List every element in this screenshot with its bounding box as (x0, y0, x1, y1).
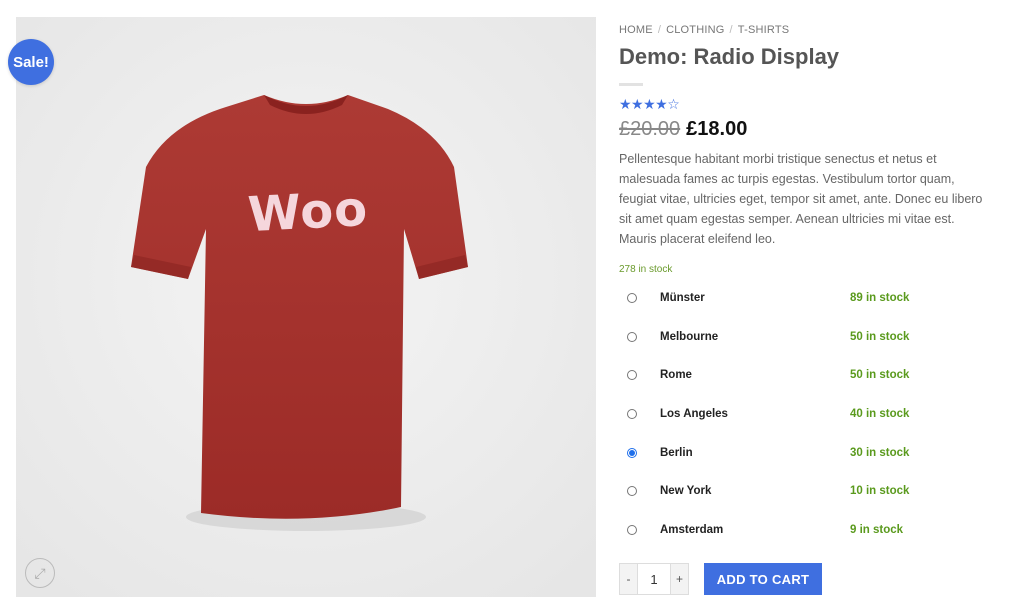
breadcrumb-tshirts[interactable]: T-SHIRTS (738, 24, 790, 36)
product-gallery: Woo ⤢ (16, 17, 596, 597)
variation-row[interactable]: Amsterdam 9 in stock (619, 511, 999, 550)
stock-total: 278 in stock (619, 264, 673, 275)
variation-list: Münster 89 in stock Melbourne 50 in stoc… (619, 279, 999, 549)
breadcrumb: HOME / CLOTHING / T-SHIRTS (619, 24, 789, 36)
variation-stock: 40 in stock (850, 408, 910, 421)
variation-radio[interactable] (627, 370, 637, 381)
variation-stock: 10 in stock (850, 485, 910, 498)
variation-stock: 30 in stock (850, 446, 910, 459)
variation-row[interactable]: Los Angeles 40 in stock (619, 395, 999, 434)
add-to-cart-button[interactable]: ADD TO CART (704, 563, 822, 595)
quantity-stepper: - + (619, 563, 689, 595)
variation-location: Rome (660, 369, 692, 382)
variation-radio[interactable] (627, 331, 637, 342)
variation-location: Melbourne (660, 330, 719, 343)
old-price: £20.00 (619, 118, 681, 140)
page-title: Demo: Radio Display (619, 44, 840, 69)
quantity-input[interactable] (637, 564, 671, 594)
sale-price: £18.00 (686, 118, 748, 140)
variation-radio[interactable] (627, 447, 637, 458)
breadcrumb-clothing[interactable]: CLOTHING (666, 24, 724, 36)
variation-radio[interactable] (627, 486, 637, 497)
variation-stock: 50 in stock (850, 369, 910, 382)
variation-stock: 9 in stock (850, 523, 904, 536)
variation-radio[interactable] (627, 524, 637, 535)
variation-row[interactable]: Melbourne 50 in stock (619, 318, 999, 357)
variation-row[interactable]: Berlin 30 in stock (619, 433, 999, 472)
quantity-minus-button[interactable]: - (620, 564, 637, 594)
product-description: Pellentesque habitant morbi tristique se… (619, 152, 983, 246)
shirt-logo-text: Woo (246, 180, 370, 244)
variation-stock: 50 in stock (850, 330, 910, 343)
variation-location: Münster (660, 292, 705, 305)
variation-location: Amsterdam (660, 523, 724, 536)
quantity-plus-button[interactable]: + (671, 564, 688, 594)
variation-row[interactable]: New York 10 in stock (619, 472, 999, 511)
title-divider (619, 83, 643, 86)
tshirt-image[interactable] (16, 17, 596, 597)
star-rating[interactable]: ★★★★☆ (619, 96, 680, 113)
price-block: £20.00 £18.00 (619, 118, 747, 141)
add-to-cart-form: - + ADD TO CART (619, 563, 822, 595)
variation-location: Los Angeles (660, 408, 728, 421)
variation-row[interactable]: Rome 50 in stock (619, 356, 999, 395)
variation-location: Berlin (660, 446, 693, 459)
variation-row[interactable]: Münster 89 in stock (619, 279, 999, 318)
sale-badge: Sale! (8, 39, 54, 85)
variation-radio[interactable] (627, 409, 637, 420)
variation-radio[interactable] (627, 293, 637, 304)
variation-location: New York (660, 485, 712, 498)
variation-stock: 89 in stock (850, 292, 910, 305)
breadcrumb-separator: / (657, 24, 662, 36)
breadcrumb-separator: / (729, 24, 733, 36)
breadcrumb-home[interactable]: HOME (619, 24, 653, 36)
expand-icon[interactable]: ⤢ (25, 558, 55, 588)
